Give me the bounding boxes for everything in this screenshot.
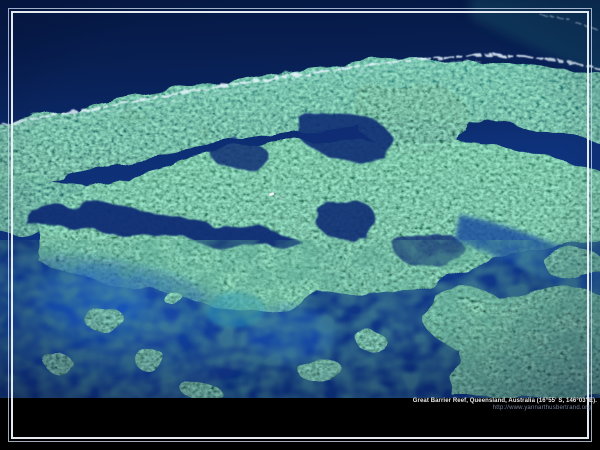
photographer-url: http://www.yannarthusbertrand.org	[197, 405, 597, 412]
reef-aerial-photo	[0, 0, 600, 398]
photo-caption-title: Great Barrier Reef, Queensland, Australi…	[197, 398, 597, 405]
desktop-wallpaper: Great Barrier Reef, Queensland, Australi…	[0, 0, 600, 450]
reef-photo-graphic	[0, 0, 600, 398]
photo-caption-block: Great Barrier Reef, Queensland, Australi…	[197, 398, 597, 412]
